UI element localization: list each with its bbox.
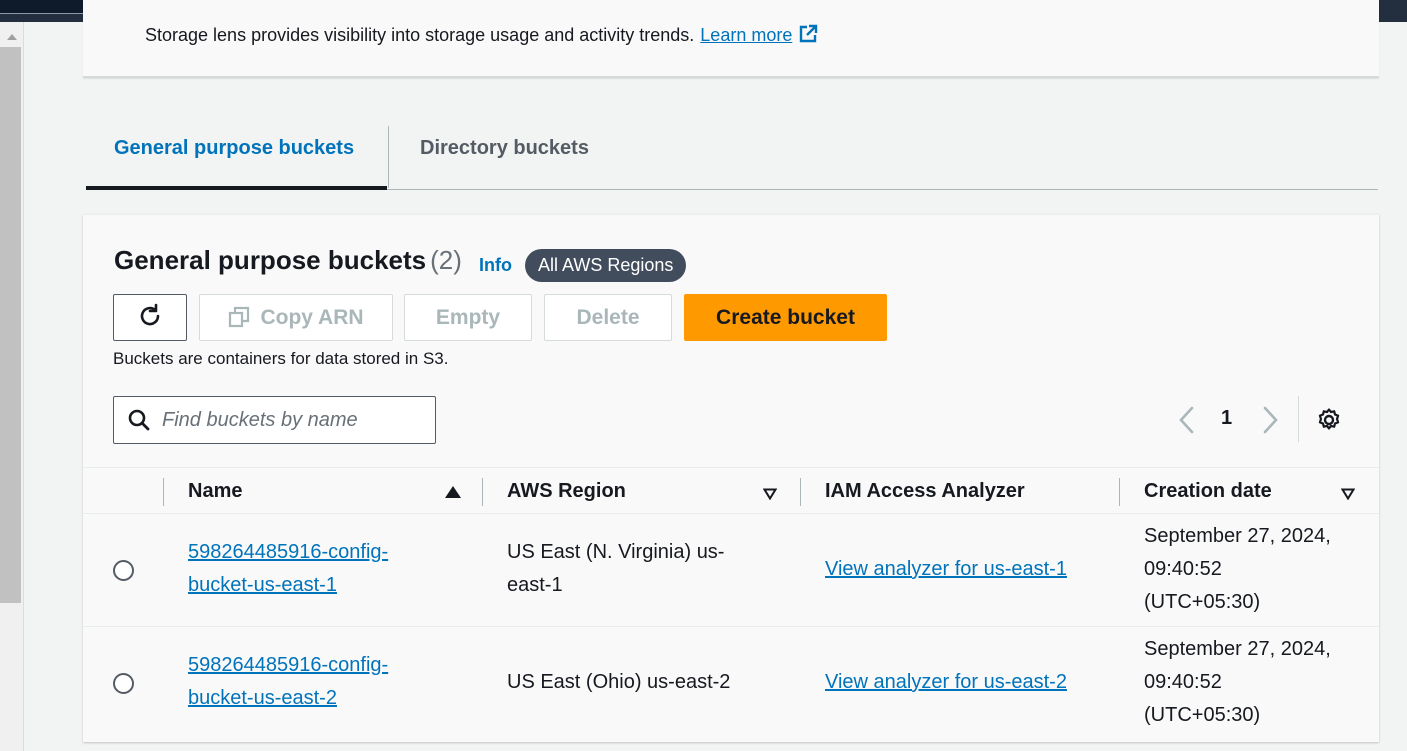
analyzer-cell: View analyzer for us-east-1 [825,553,1067,586]
tab-label: Directory buckets [420,137,589,159]
copy-arn-button[interactable]: Copy ARN [199,294,393,341]
time-text: 09:40:52 [1144,671,1222,693]
column-label: AWS Region [507,480,626,502]
learn-more-label: Learn more [700,25,793,45]
create-bucket-button[interactable]: Create bucket [684,294,887,341]
settings-gear-icon[interactable] [1316,407,1342,433]
scrollbar-thumb[interactable] [0,47,21,603]
column-header-iam-access-analyzer: IAM Access Analyzer [825,468,1025,515]
scrollbar[interactable] [0,22,24,751]
bucket-name-cell: 598264485916-config-bucket-us-east-1 [188,536,388,602]
column-header-name[interactable]: Name [188,468,242,515]
timezone-text: (UTC+05:30) [1144,704,1261,726]
panel-title-text: General purpose buckets [114,245,427,275]
create-bucket-label: Create bucket [716,306,855,329]
table-row[interactable]: 598264485916-config-bucket-us-east-1 US … [83,514,1379,627]
bucket-name-line: bucket-us-east-1 [188,574,337,596]
bucket-name-link[interactable]: 598264485916-config-bucket-us-east-1 [188,541,388,596]
column-divider[interactable] [1119,478,1120,506]
chevron-right-icon[interactable] [1259,403,1281,437]
column-divider [163,478,164,506]
region-cell: US East (Ohio) us-east-2 [507,666,730,699]
region-badge: All AWS Regions [525,249,687,282]
table-header: Name AWS Region IAM Access Analyzer Crea… [83,467,1379,514]
bucket-name-line: 598264485916-config- [188,654,389,676]
table-row[interactable]: 598264485916-config-bucket-us-east-2 US … [83,627,1379,740]
empty-label: Empty [435,306,501,329]
bucket-name-line: 598264485916-config- [188,541,389,563]
learn-more-link[interactable]: Learn more [700,25,792,45]
helper-text: Buckets are containers for data stored i… [113,349,449,368]
view-analyzer-link[interactable]: View analyzer for us-east-2 [825,671,1067,693]
bucket-name-cell: 598264485916-config-bucket-us-east-2 [188,649,388,715]
row-select-radio[interactable] [113,560,134,581]
bucket-type-tabs: General purpose buckets Directory bucket… [86,126,1378,190]
tab-directory-buckets[interactable]: Directory buckets [388,126,589,188]
column-divider[interactable] [800,478,801,506]
region-text: US East (Ohio) us-east-2 [507,671,731,693]
analyzer-cell: View analyzer for us-east-2 [825,666,1067,699]
buckets-panel: General purpose buckets (2) Info All AWS … [83,214,1379,742]
pagination-page-1[interactable]: 1 [1221,407,1232,430]
sort-descending-icon[interactable] [1341,488,1355,500]
creation-date-cell: September 27, 2024, 09:40:52 (UTC+05:30) [1144,520,1331,619]
chevron-left-icon[interactable] [1176,403,1198,437]
time-text: 09:40:52 [1144,558,1222,580]
region-cell: US East (N. Virginia) us-east-1 [507,536,724,602]
bucket-name-line: bucket-us-east-2 [188,687,337,709]
column-label: Name [188,480,243,502]
search-field[interactable] [113,396,436,444]
storage-lens-description: Storage lens provides visibility into st… [145,24,818,46]
refresh-icon [140,303,160,326]
delete-label: Delete [576,306,640,329]
empty-button[interactable]: Empty [404,294,532,341]
sort-descending-icon[interactable] [763,488,777,500]
region-text: US East (N. Virginia) us- [507,541,725,563]
column-label: Creation date [1144,480,1272,502]
creation-date-cell: September 27, 2024, 09:40:52 (UTC+05:30) [1144,633,1331,732]
search-input[interactable] [162,405,422,435]
storage-lens-panel: Storage lens provides visibility into st… [83,0,1379,78]
scroll-up-arrow-icon[interactable] [7,34,17,40]
bucket-count: (2) [430,245,462,275]
info-link[interactable]: Info [479,255,512,276]
copy-icon [229,306,250,328]
row-select-radio[interactable] [113,673,134,694]
column-divider[interactable] [482,478,483,506]
date-text: September 27, 2024, [1144,638,1331,660]
pagination-divider [1298,396,1299,442]
view-analyzer-link[interactable]: View analyzer for us-east-1 [825,558,1067,580]
storage-lens-text: Storage lens provides visibility into st… [145,25,695,45]
copy-arn-label: Copy ARN [260,306,364,329]
tab-label: General purpose buckets [114,137,355,159]
timezone-text: (UTC+05:30) [1144,591,1261,613]
search-icon [128,409,150,431]
external-link-icon[interactable] [798,24,818,44]
column-header-creation-date[interactable]: Creation date [1144,468,1272,515]
bucket-name-link[interactable]: 598264485916-config-bucket-us-east-2 [188,654,388,709]
column-label: IAM Access Analyzer [825,480,1025,502]
region-text: east-1 [507,574,563,596]
tab-general-purpose-buckets[interactable]: General purpose buckets [86,126,387,190]
column-header-region[interactable]: AWS Region [507,468,626,515]
refresh-button[interactable] [113,294,187,341]
sort-ascending-icon[interactable] [445,486,461,498]
delete-button[interactable]: Delete [544,294,672,341]
date-text: September 27, 2024, [1144,525,1331,547]
panel-title: General purpose buckets (2) [114,245,462,276]
